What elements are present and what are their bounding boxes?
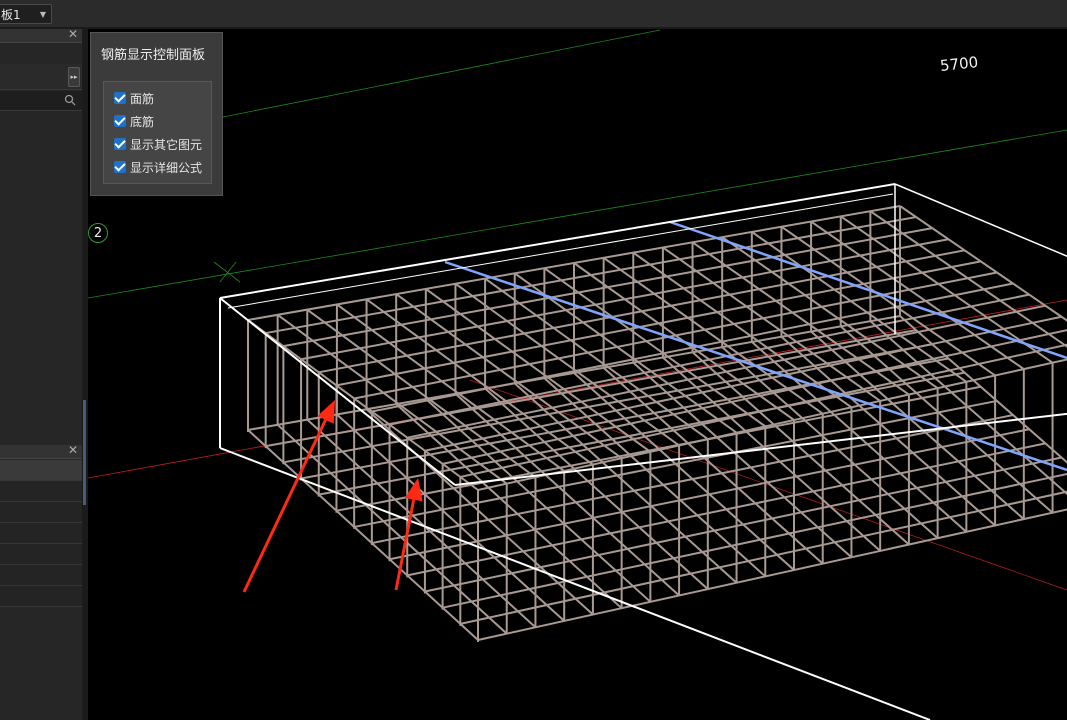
- top-toolbar: 板1 ▼: [0, 0, 1067, 30]
- rebar-bar: [573, 372, 795, 571]
- rebar-bar: [662, 356, 881, 552]
- rebar-bar: [484, 387, 709, 590]
- chevron-down-icon: ▼: [39, 10, 46, 19]
- splitter-highlight: [83, 400, 86, 505]
- property-row[interactable]: [0, 460, 82, 481]
- rebar-bar: [780, 335, 996, 527]
- rebar-bar: [277, 314, 508, 485]
- slab-edge-inner: [227, 193, 894, 309]
- close-icon[interactable]: ✕: [68, 27, 78, 41]
- panel-title-bar: ✕: [0, 27, 82, 43]
- checkbox-checked-icon[interactable]: [114, 138, 126, 150]
- rebar-mesh: [247, 205, 1067, 642]
- checkbox-checked-icon[interactable]: [114, 92, 126, 104]
- property-row[interactable]: [0, 586, 82, 607]
- tree-panel-body: [0, 111, 82, 441]
- control-options-group: 面筋 底筋 显示其它图元 显示详细公式: [103, 81, 212, 184]
- floor-select[interactable]: 板1 ▼: [0, 4, 52, 24]
- axis-marker-label: 2: [93, 226, 103, 241]
- annotation-arrow-shaft: [394, 499, 416, 591]
- rebar-bar: [477, 508, 1067, 641]
- option-label: 显示其它图元: [130, 137, 203, 152]
- expand-button[interactable]: ▸▸: [68, 67, 80, 87]
- slab-edge: [894, 183, 1067, 257]
- left-panel: ✕ ▸▸ ✕: [0, 27, 82, 720]
- search-input[interactable]: [0, 91, 82, 111]
- property-row[interactable]: [0, 502, 82, 523]
- property-list: [0, 460, 82, 607]
- rebar-bar: [454, 392, 680, 597]
- rebar-bar: [721, 346, 939, 539]
- rebar-bar: [276, 424, 508, 635]
- option-label: 显示详细公式: [130, 160, 203, 175]
- rebar-bar: [543, 377, 766, 578]
- axis-marker: 2: [88, 223, 108, 243]
- rebar-3d-scene: [88, 29, 1067, 720]
- option-label: 面筋: [130, 91, 155, 106]
- search-icon[interactable]: [64, 94, 76, 106]
- floor-select-value: 板1: [1, 8, 21, 22]
- rebar-bar: [751, 341, 968, 533]
- option-top-rebar[interactable]: 面筋: [114, 89, 154, 107]
- close-icon[interactable]: ✕: [68, 443, 78, 457]
- annotation-arrow-shaft: [242, 419, 327, 593]
- axis-tick-green: [213, 261, 241, 283]
- rebar-bar: [810, 330, 1025, 520]
- annotation-arrow-head: [317, 400, 335, 424]
- axis-tick-green: [219, 261, 237, 283]
- option-show-other-elements[interactable]: 显示其它图元: [114, 135, 202, 153]
- rebar-display-control-panel: 钢筋显示控制面板 面筋 底筋 显示其它图元 显示详细公式: [90, 32, 223, 196]
- checkbox-checked-icon[interactable]: [114, 115, 126, 127]
- highlight-bar: [669, 220, 1067, 360]
- option-bottom-rebar[interactable]: 底筋: [114, 112, 154, 130]
- property-row[interactable]: [0, 481, 82, 502]
- property-row[interactable]: [0, 544, 82, 565]
- axis-line-green: [207, 29, 661, 121]
- option-label: 底筋: [130, 114, 155, 129]
- control-panel-title: 钢筋显示控制面板: [101, 48, 206, 63]
- rebar-bar: [514, 382, 738, 584]
- property-row[interactable]: [0, 523, 82, 544]
- panel-toolbar-row: ▸▸: [0, 64, 82, 90]
- property-row[interactable]: [0, 565, 82, 586]
- property-panel-title-bar: ✕: [0, 443, 82, 459]
- rebar-bar: [602, 367, 824, 565]
- 3d-viewport[interactable]: [88, 29, 1067, 720]
- checkbox-checked-icon[interactable]: [114, 161, 126, 173]
- option-show-detailed-formula[interactable]: 显示详细公式: [114, 158, 202, 176]
